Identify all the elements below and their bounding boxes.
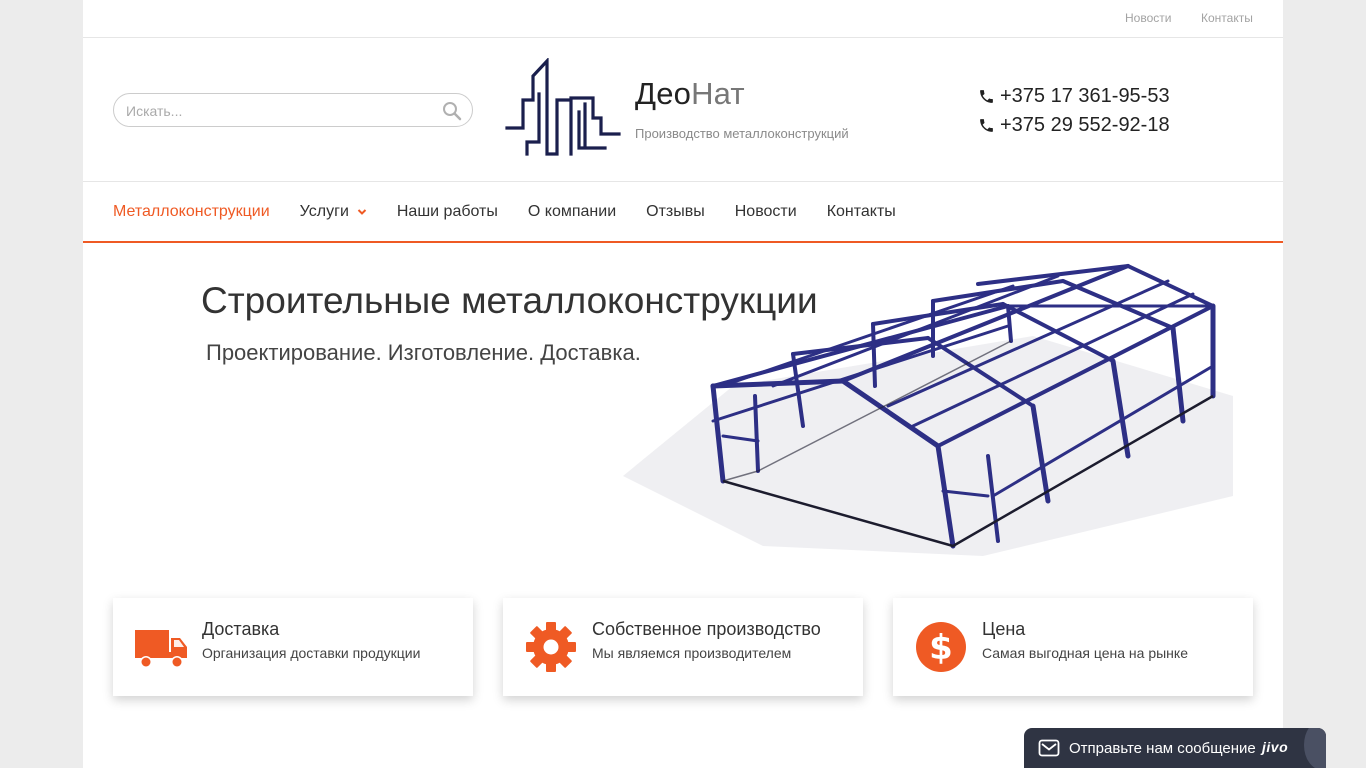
nav-item-label: О компании (527, 202, 617, 220)
feature-desc: Самая выгодная цена на рынке (982, 645, 1188, 661)
brand-name[interactable]: ДеоНат (635, 76, 745, 112)
feature-title: Собственное производство (592, 619, 821, 639)
jivo-logo: jivo (1262, 739, 1289, 755)
brand-name-part1: Део (635, 76, 692, 111)
logo-icon[interactable] (505, 58, 625, 160)
phone-icon (980, 90, 993, 103)
chat-widget[interactable]: Отправьте нам сообщение jivo (1024, 728, 1326, 768)
phone-item[interactable]: +375 29 552-92-18 (978, 111, 1170, 140)
chat-bubble-icon (1304, 728, 1326, 768)
top-link-news[interactable]: Новости (1125, 11, 1171, 25)
feature-desc: Мы являемся производителем (592, 645, 792, 661)
search-icon[interactable] (442, 101, 462, 121)
nav-item-label: Услуги (299, 202, 349, 220)
nav-item-about[interactable]: О компании (528, 203, 616, 221)
hero-banner: Строительные металлоконструкции Проектир… (83, 244, 1283, 574)
dollar-icon: $ (916, 622, 966, 672)
nav-item-news[interactable]: Новости (735, 203, 797, 221)
main-nav: Металлоконструкции Услуги Наши работы О … (83, 182, 1283, 243)
svg-text:$: $ (929, 628, 953, 668)
feature-title: Цена (982, 619, 1026, 639)
nav-item-label: Отзывы (646, 202, 705, 220)
nav-item-our-works[interactable]: Наши работы (397, 203, 498, 221)
nav-item-metal-structures[interactable]: Металлоконструкции (113, 203, 270, 221)
chevron-down-icon (357, 208, 367, 215)
nav-item-label: Контакты (826, 202, 896, 220)
brand-name-part2: Нат (691, 76, 745, 111)
phone-list: +375 17 361-95-53 +375 29 552-92-18 (978, 82, 1170, 140)
hero-subtitle: Проектирование. Изготовление. Доставка. (206, 340, 641, 365)
nav-item-label: Новости (734, 202, 797, 220)
top-link-contacts[interactable]: Контакты (1201, 11, 1253, 25)
feature-card-delivery[interactable]: Доставка Организация доставки продукции (113, 598, 473, 696)
gear-icon (526, 622, 576, 672)
feature-desc: Организация доставки продукции (202, 645, 421, 661)
feature-card-production[interactable]: Собственное производство Мы являемся про… (503, 598, 863, 696)
phone-number: +375 29 552-92-18 (1000, 114, 1170, 136)
search-box (113, 93, 473, 127)
nav-item-services[interactable]: Услуги (300, 203, 367, 221)
nav-item-label: Наши работы (396, 202, 498, 220)
phone-icon (980, 119, 993, 132)
nav-item-contacts[interactable]: Контакты (827, 203, 896, 221)
steel-frame-image (623, 264, 1233, 556)
feature-card-price[interactable]: $ Цена Самая выгодная цена на рынке (893, 598, 1253, 696)
search-input[interactable] (126, 101, 426, 121)
phone-item[interactable]: +375 17 361-95-53 (978, 82, 1170, 111)
truck-icon (135, 630, 187, 668)
phone-number: +375 17 361-95-53 (1000, 85, 1170, 107)
chat-label: Отправьте нам сообщение (1069, 739, 1256, 757)
feature-title: Доставка (202, 619, 280, 639)
brand-tagline: Производство металлоконструкций (635, 126, 849, 141)
top-bar: Новости Контакты (83, 0, 1283, 38)
mail-icon (1038, 739, 1060, 757)
nav-item-reviews[interactable]: Отзывы (646, 203, 705, 221)
site-header: ДеоНат Производство металлоконструкций +… (83, 38, 1283, 182)
nav-item-label: Металлоконструкции (113, 202, 270, 220)
